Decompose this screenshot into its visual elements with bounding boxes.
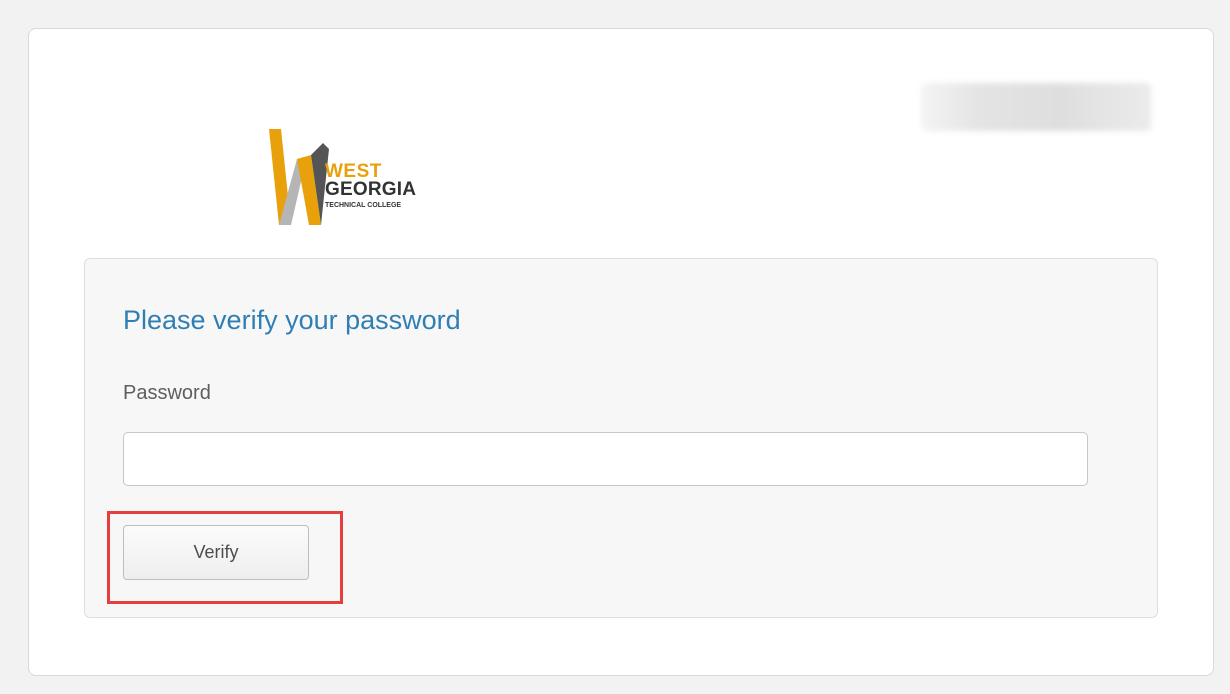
verify-button[interactable]: Verify (123, 525, 309, 580)
college-logo: WEST GEORGIA TECHNICAL COLLEGE (269, 129, 459, 229)
sign-in-card: WEST GEORGIA TECHNICAL COLLEGE Please ve… (28, 28, 1214, 676)
w-logo-mark-icon (269, 129, 329, 225)
password-input[interactable] (123, 432, 1088, 486)
blurred-user-info (921, 83, 1151, 131)
panel-title: Please verify your password (123, 305, 461, 335)
logo-text-georgia: GEORGIA (325, 179, 417, 200)
password-label: Password (123, 382, 211, 404)
verify-password-panel: Please verify your password Password Ver… (84, 258, 1158, 618)
logo-text-technical-college: TECHNICAL COLLEGE (325, 202, 402, 209)
